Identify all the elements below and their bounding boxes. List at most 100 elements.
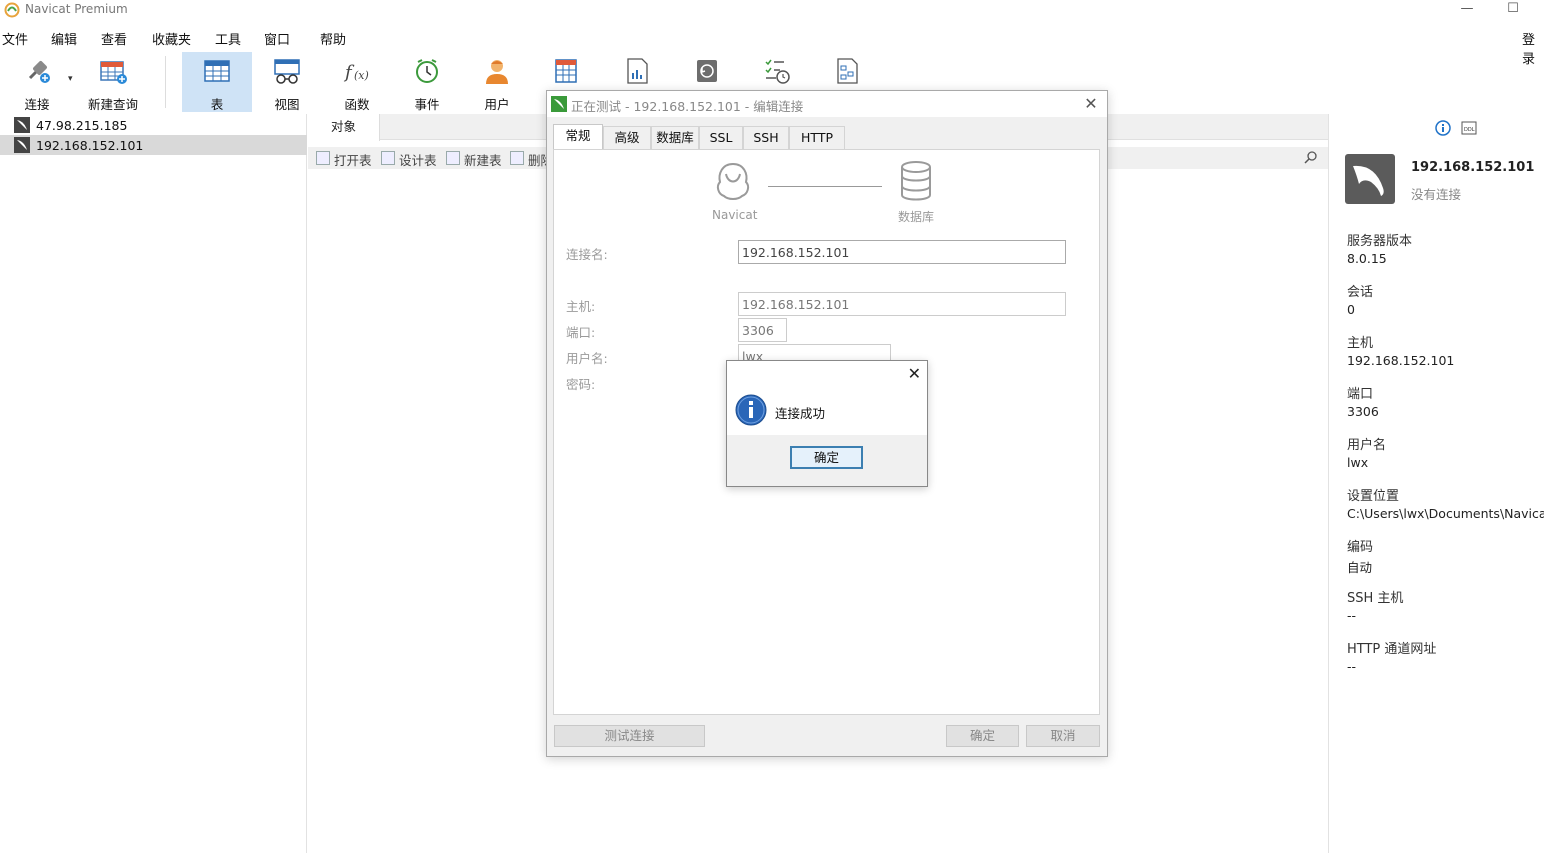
query-table-icon xyxy=(555,59,577,83)
info-label: 会话 xyxy=(1347,285,1374,300)
view-label: 视图 xyxy=(274,97,300,112)
success-message-box: ✕ 连接成功 确定 xyxy=(726,360,928,487)
event-button[interactable]: 事件 xyxy=(394,52,460,112)
info-value: 0 xyxy=(1347,302,1355,317)
tab-general[interactable]: 常规 xyxy=(553,124,603,151)
function-label: 函数 xyxy=(344,97,370,112)
new-query-label: 新建查询 xyxy=(87,97,138,112)
connection-sidebar: 47.98.215.185 192.168.152.101 xyxy=(0,114,307,853)
delete-table-icon xyxy=(510,151,524,165)
info-value: -- xyxy=(1347,659,1357,674)
dialog-close-button[interactable]: ✕ xyxy=(1081,94,1101,114)
dolphin-icon xyxy=(1353,165,1384,196)
message-ok-button[interactable]: 确定 xyxy=(790,446,863,469)
svg-text:(x): (x) xyxy=(354,69,369,82)
new-table-icon xyxy=(446,151,460,165)
model-icon xyxy=(837,58,858,84)
connection-name: 192.168.152.101 xyxy=(36,138,144,153)
menu-bar: 文件 编辑 查看 收藏夹 工具 窗口 帮助 登录 xyxy=(0,26,1544,67)
dialog-tabs: 常规 高级 数据库 SSL SSH HTTP xyxy=(553,124,1103,151)
info-label: 服务器版本 xyxy=(1347,234,1413,249)
flow-connector-line xyxy=(768,186,882,187)
tab-ssl[interactable]: SSL xyxy=(699,126,743,150)
flow-label-database: 数据库 xyxy=(898,210,935,224)
toolbar-separator xyxy=(165,56,166,108)
user-label: 用户 xyxy=(484,97,510,112)
report-icon xyxy=(627,58,648,84)
menu-help[interactable]: 帮助 xyxy=(320,29,346,48)
message-box-titlebar: ✕ xyxy=(727,361,927,387)
username-label: 用户名: xyxy=(566,351,608,366)
host-field[interactable] xyxy=(738,292,1066,316)
tab-advanced[interactable]: 高级 xyxy=(603,126,651,150)
navicat-flow-icon xyxy=(716,162,750,200)
info-value: lwx xyxy=(1347,455,1369,470)
alarm-clock-icon xyxy=(416,59,438,83)
connect-dropdown-arrow-icon[interactable]: ▾ xyxy=(68,74,73,84)
test-connection-button[interactable]: 测试连接 xyxy=(554,725,705,747)
backup-icon xyxy=(697,60,717,82)
menu-tools[interactable]: 工具 xyxy=(215,29,241,48)
design-table-button[interactable]: 设计表 xyxy=(379,150,437,169)
new-query-button[interactable]: 新建查询 xyxy=(82,52,144,112)
message-body: 连接成功 xyxy=(727,387,927,435)
conn-name-field[interactable] xyxy=(738,240,1066,264)
message-text: 连接成功 xyxy=(775,406,826,421)
menu-favorites[interactable]: 收藏夹 xyxy=(152,29,191,48)
maximize-button[interactable]: ☐ xyxy=(1490,0,1536,22)
user-button[interactable]: 用户 xyxy=(464,52,530,112)
table-icon xyxy=(204,60,230,82)
dialog-titlebar: 正在测试 - 192.168.152.101 - 编辑连接 ✕ xyxy=(547,91,1107,117)
info-connection-name: 192.168.152.101 xyxy=(1411,160,1535,175)
dialog-title: 正在测试 - 192.168.152.101 - 编辑连接 xyxy=(571,99,804,114)
event-label: 事件 xyxy=(414,97,440,112)
new-query-icon xyxy=(100,61,127,84)
info-circle-icon xyxy=(735,394,767,426)
conn-name-label: 连接名: xyxy=(566,247,608,262)
info-label: 端口 xyxy=(1347,387,1374,402)
host-label: 主机: xyxy=(566,299,596,314)
info-value: C:\Users\lwx\Documents\Navicat\M xyxy=(1347,506,1544,521)
connection-item-selected[interactable]: 192.168.152.101 xyxy=(0,135,307,155)
menu-view[interactable]: 查看 xyxy=(101,29,127,48)
mysql-connection-icon xyxy=(14,137,30,153)
tab-ssh[interactable]: SSH xyxy=(743,126,789,150)
dialog-ok-button[interactable]: 确定 xyxy=(946,725,1019,747)
function-button[interactable]: f (x) 函数 xyxy=(324,52,390,112)
info-connection-status: 没有连接 xyxy=(1411,187,1462,202)
info-panel: DDL 192.168.152.101 没有连接 服务器版本 8.0.15 会话… xyxy=(1328,114,1544,853)
info-label: 设置位置 xyxy=(1347,489,1400,504)
ddl-icon[interactable]: DDL xyxy=(1461,120,1477,136)
tab-database[interactable]: 数据库 xyxy=(651,126,699,150)
connect-button[interactable]: 连接 xyxy=(6,52,68,112)
connection-item[interactable]: 47.98.215.185 xyxy=(0,115,307,135)
window-title: Navicat Premium xyxy=(25,2,128,16)
tab-http[interactable]: HTTP xyxy=(789,126,845,150)
minimize-button[interactable]: — xyxy=(1444,0,1490,22)
plug-icon xyxy=(28,61,50,83)
info-value: -- xyxy=(1347,608,1357,623)
view-button[interactable]: 视图 xyxy=(254,52,320,112)
menu-edit[interactable]: 编辑 xyxy=(51,29,77,48)
new-table-label: 新建表 xyxy=(464,153,502,168)
menu-window[interactable]: 窗口 xyxy=(264,29,290,48)
dialog-cancel-button[interactable]: 取消 xyxy=(1026,725,1100,747)
svg-text:DDL: DDL xyxy=(1464,127,1475,133)
connection-name: 47.98.215.185 xyxy=(36,118,128,133)
new-table-button[interactable]: 新建表 xyxy=(444,150,502,169)
open-table-button[interactable]: 打开表 xyxy=(314,150,372,169)
info-value: 192.168.152.101 xyxy=(1347,353,1455,368)
table-button[interactable]: 表 xyxy=(182,52,252,112)
tab-objects[interactable]: 对象 xyxy=(308,114,380,141)
info-icon[interactable] xyxy=(1435,120,1451,136)
info-value: 自动 xyxy=(1347,560,1373,575)
view-icon xyxy=(274,59,300,84)
info-label: HTTP 通道网址 xyxy=(1347,642,1437,657)
message-close-icon[interactable]: ✕ xyxy=(908,364,921,383)
info-label: SSH 主机 xyxy=(1347,591,1404,606)
info-label: 编码 xyxy=(1347,540,1374,555)
search-icon[interactable] xyxy=(1304,150,1318,164)
menu-file[interactable]: 文件 xyxy=(2,29,28,48)
table-label: 表 xyxy=(210,97,224,112)
port-field[interactable] xyxy=(738,318,787,342)
